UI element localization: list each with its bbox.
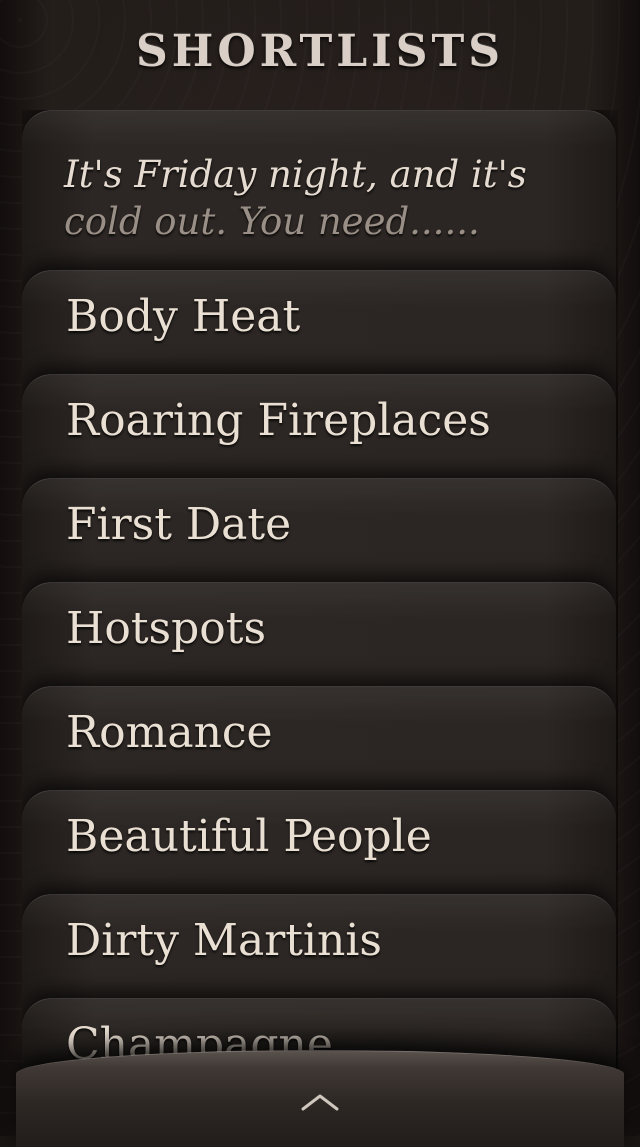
shortlist-stack[interactable]: It's Friday night, and it's cold out. Yo… — [22, 110, 618, 1136]
chevron-up-icon[interactable] — [300, 1091, 340, 1113]
shortlist-item-label: Dirty Martinis — [66, 915, 382, 966]
shortlist-item-label: Romance — [66, 707, 273, 758]
shortlist-item-label: Hotspots — [66, 603, 267, 654]
intro-text: It's Friday night, and it's cold out. Yo… — [64, 151, 594, 245]
page-title: SHORTLISTS — [135, 25, 505, 77]
shortlist-item-label: Body Heat — [66, 291, 301, 342]
intro-line-2: cold out. You need...... — [64, 200, 480, 243]
shortlist-item-label: Roaring Fireplaces — [66, 395, 491, 446]
header: SHORTLISTS — [0, 0, 640, 110]
shortlist-item-label: Beautiful People — [66, 811, 432, 862]
shortlist-item-label: First Date — [66, 499, 292, 550]
bottom-drawer-handle[interactable] — [16, 1050, 624, 1147]
intro-line-1: It's Friday night, and it's — [64, 153, 527, 196]
